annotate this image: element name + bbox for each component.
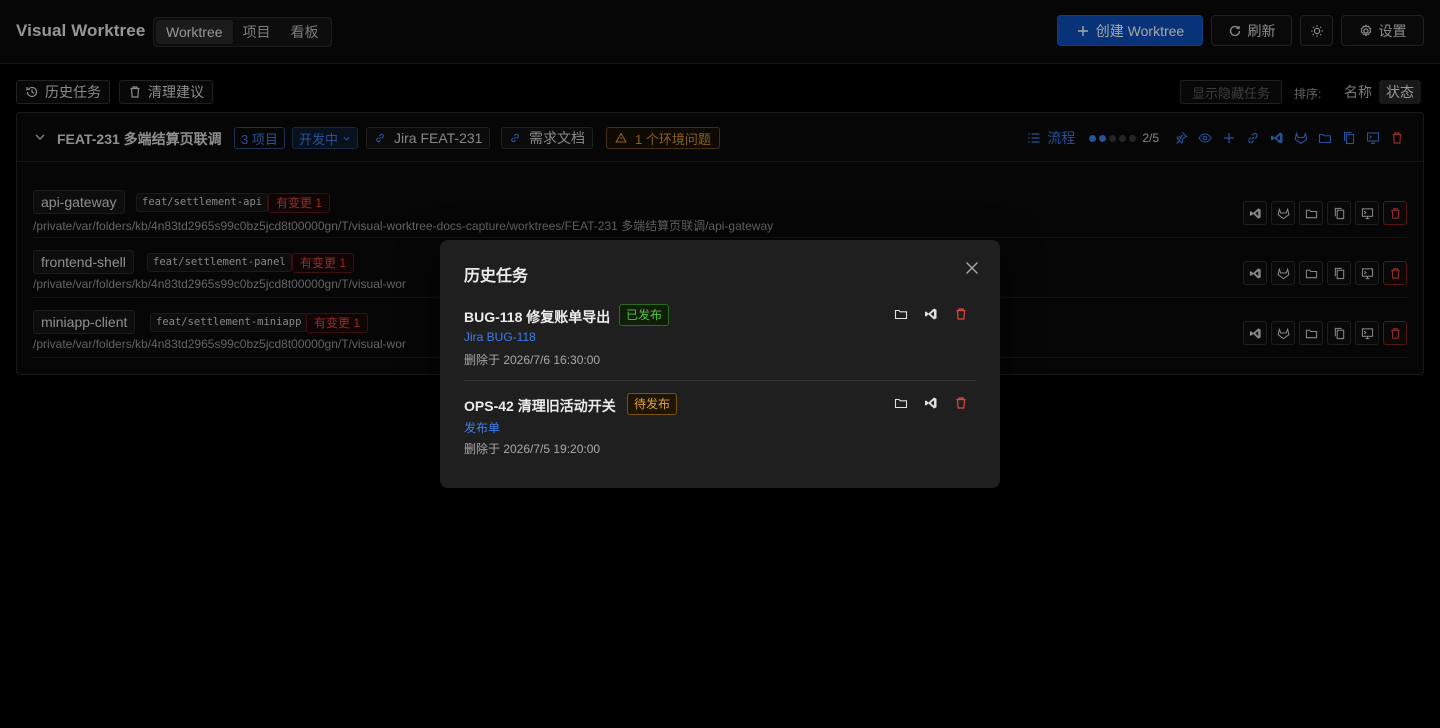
history-item: BUG-118 修复账单导出 已发布 Jira BUG-118 删除于 2026…	[464, 304, 976, 381]
status-badge: 已发布	[619, 304, 670, 326]
trash-icon	[956, 397, 966, 409]
history-item-deleted-at: 删除于 2026/7/6 16:30:00	[464, 353, 601, 367]
history-item-actions	[894, 307, 970, 323]
modal-title: 历史任务	[464, 268, 529, 285]
history-item: OPS-42 清理旧活动开关 待发布 发布单 删除于 2026/7/5 19:2…	[464, 393, 976, 456]
history-item-link[interactable]: Jira BUG-118	[464, 330, 536, 344]
open-vscode-button[interactable]	[924, 307, 940, 323]
delete-history-button[interactable]	[954, 396, 970, 412]
folder-icon	[894, 309, 908, 320]
vscode-icon	[925, 308, 937, 320]
history-item-link[interactable]: 发布单	[464, 419, 500, 436]
open-vscode-button[interactable]	[924, 396, 940, 412]
history-item-actions	[894, 396, 970, 412]
vscode-icon	[925, 397, 937, 409]
open-folder-button[interactable]	[894, 307, 910, 323]
history-item-title: BUG-118 修复账单导出	[464, 309, 611, 325]
folder-icon	[894, 398, 908, 409]
close-icon[interactable]	[964, 260, 980, 276]
open-folder-button[interactable]	[894, 396, 910, 412]
status-badge: 待发布	[627, 393, 678, 415]
trash-icon	[956, 308, 966, 320]
history-item-deleted-at: 删除于 2026/7/5 19:20:00	[464, 442, 601, 456]
history-item-title: OPS-42 清理旧活动开关	[464, 398, 616, 414]
delete-history-button[interactable]	[954, 307, 970, 323]
history-tasks-modal: 历史任务 BUG-118 修复账单导出 已发布 Jira BUG-118 删除于…	[440, 240, 1000, 488]
